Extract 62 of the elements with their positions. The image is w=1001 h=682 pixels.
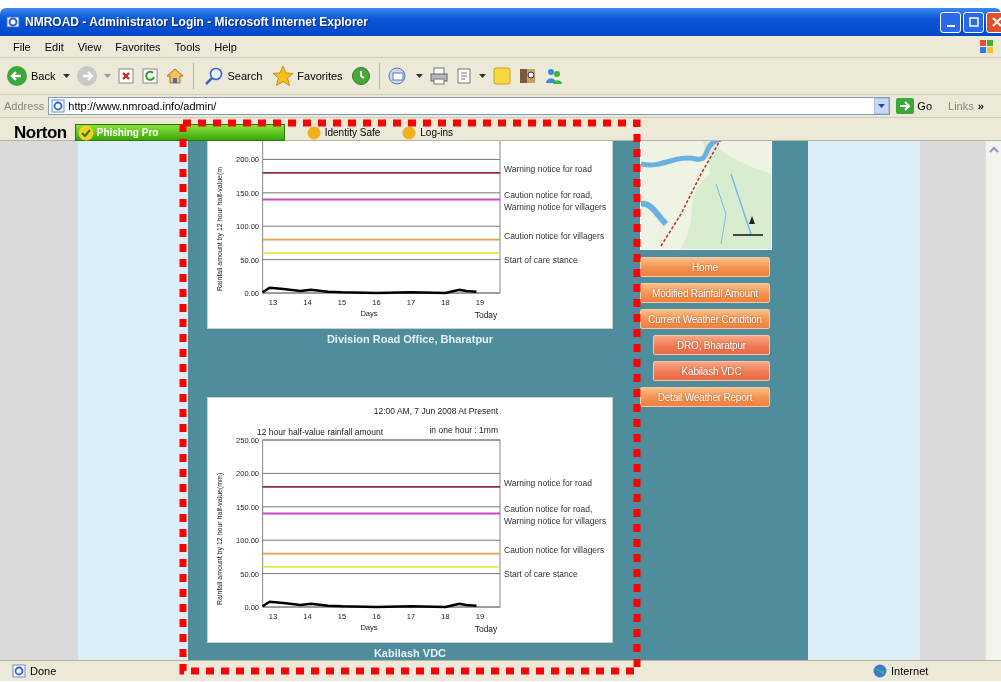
chart-caption: Kabilash VDC (372, 646, 448, 660)
address-field[interactable]: http://www.nmroad.info/admin/ (48, 97, 891, 115)
close-icon (991, 17, 1001, 27)
status-text: Done (30, 665, 57, 677)
address-label: Address (4, 100, 45, 112)
today-label: Today (474, 624, 498, 634)
menu-item[interactable]: Tools (167, 40, 208, 53)
threshold-label: Start of care stance (504, 253, 579, 266)
search-icon (204, 66, 225, 86)
menu-item[interactable]: Favorites (108, 40, 168, 53)
threshold-label: Caution notice for villagers (504, 543, 606, 556)
check-icon (77, 124, 94, 141)
printer-icon[interactable] (428, 66, 449, 86)
favorites-button[interactable]: Favorites (270, 65, 345, 87)
minimize-button[interactable] (940, 11, 961, 33)
threshold-label: Warning notice for road (504, 476, 594, 489)
document-icon[interactable] (454, 67, 473, 85)
caret-icon[interactable] (478, 73, 486, 79)
threshold-label: Start of care stance (504, 567, 579, 580)
chart-caption: Division Road Office, Bharatpur (325, 332, 495, 347)
search-button[interactable]: Search (202, 66, 265, 86)
threshold-label: Caution notice for villagers (504, 229, 606, 242)
minimize-icon (946, 25, 955, 27)
window-title: NMROAD - Administrator Login - Microsoft Internet Explorer (25, 15, 368, 29)
maximize-button[interactable] (963, 11, 984, 33)
star-icon (272, 65, 295, 87)
vertical-scrollbar[interactable] (985, 141, 1001, 660)
security-zone: Internet (891, 665, 930, 677)
menu-item[interactable]: Help (207, 40, 244, 53)
back-button[interactable]: Back (4, 65, 58, 87)
stop-icon[interactable] (117, 67, 136, 85)
chart-timestamp: 12:00 AM, 7 Jun 2008 At Present (373, 406, 498, 416)
page-icon (51, 99, 66, 113)
logins-button[interactable]: Log-ins (402, 125, 454, 140)
circle-icon (306, 125, 321, 140)
chart-title: 12 hour half-value rainfall amount (257, 427, 384, 437)
norton-logo: Norton (14, 122, 67, 143)
more-button[interactable]: » (977, 100, 984, 112)
identity-safe-button[interactable]: Identity Safe (306, 125, 381, 140)
threshold-label: Caution notice for road, Warning notice for villagers (504, 189, 608, 214)
ie-icon (6, 15, 20, 29)
maximize-icon (968, 17, 979, 27)
chart-rate: in one hour : 1mm (429, 425, 498, 435)
threshold-label: Warning notice for road (504, 162, 594, 175)
messenger-icon[interactable] (543, 66, 564, 86)
page-icon (12, 664, 26, 678)
go-button[interactable]: Go (894, 98, 941, 114)
globe-icon (873, 664, 887, 678)
home-icon[interactable] (165, 66, 186, 86)
caret-icon[interactable] (63, 73, 71, 79)
menu-item[interactable]: View (70, 40, 109, 53)
circle-icon (402, 125, 417, 140)
menu-item[interactable]: Edit (37, 40, 71, 53)
caret-icon[interactable] (415, 73, 423, 79)
threshold-label: Caution notice for road, Warning notice for villagers (504, 503, 608, 528)
history-icon[interactable] (350, 66, 371, 86)
menu-item[interactable]: File (6, 40, 38, 53)
dropdown-icon[interactable] (874, 98, 890, 114)
close-button[interactable] (986, 11, 1001, 33)
windows-logo-icon (979, 38, 995, 55)
refresh-icon[interactable] (141, 67, 160, 85)
today-label: Today (474, 310, 498, 320)
